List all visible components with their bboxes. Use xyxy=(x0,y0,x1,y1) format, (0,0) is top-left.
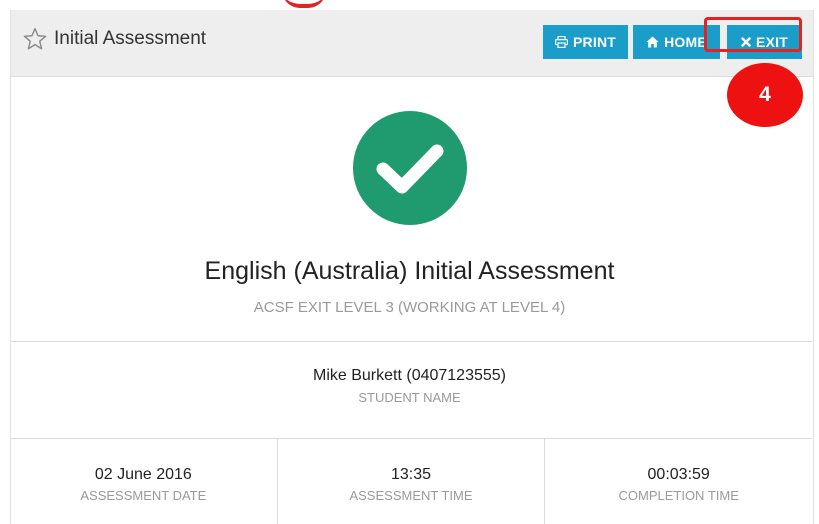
stat-caption: COMPLETION TIME xyxy=(618,488,739,503)
assessment-result-page: Initial Assessment PRINT HOME EXIT 4 Eng… xyxy=(0,0,819,524)
panel-header: Initial Assessment PRINT HOME EXIT xyxy=(11,10,813,77)
exit-highlight-box xyxy=(704,17,802,52)
printer-icon xyxy=(555,36,568,48)
assessment-level: ACSF EXIT LEVEL 3 (WORKING AT LEVEL 4) xyxy=(253,299,566,316)
stat-assessment-date: 02 June 2016 ASSESSMENT DATE xyxy=(10,439,277,524)
stat-assessment-time: 13:35 ASSESSMENT TIME xyxy=(276,439,545,524)
print-button-label: PRINT xyxy=(573,34,616,50)
stat-caption: ASSESSMENT TIME xyxy=(349,488,473,503)
print-button[interactable]: PRINT xyxy=(543,25,628,59)
step-badge: 4 xyxy=(727,63,803,127)
annotation-arc xyxy=(282,0,326,8)
home-icon xyxy=(646,36,659,48)
divider xyxy=(10,341,812,342)
page-title: Initial Assessment xyxy=(54,28,207,49)
star-icon[interactable] xyxy=(22,26,48,52)
student-name: Mike Burkett (0407123555) xyxy=(313,367,506,384)
stats-row: 02 June 2016 ASSESSMENT DATE 13:35 ASSES… xyxy=(10,439,812,524)
stat-completion-time: 00:03:59 COMPLETION TIME xyxy=(544,439,812,524)
home-button-label: HOME xyxy=(664,34,707,50)
assessment-title: English (Australia) Initial Assessment xyxy=(204,257,615,285)
stat-caption: ASSESSMENT DATE xyxy=(80,488,207,503)
stat-value: 00:03:59 xyxy=(647,466,710,483)
student-name-caption: STUDENT NAME xyxy=(358,390,461,405)
check-circle-icon xyxy=(353,111,467,225)
stat-value: 02 June 2016 xyxy=(94,466,192,483)
stat-value: 13:35 xyxy=(390,466,432,483)
